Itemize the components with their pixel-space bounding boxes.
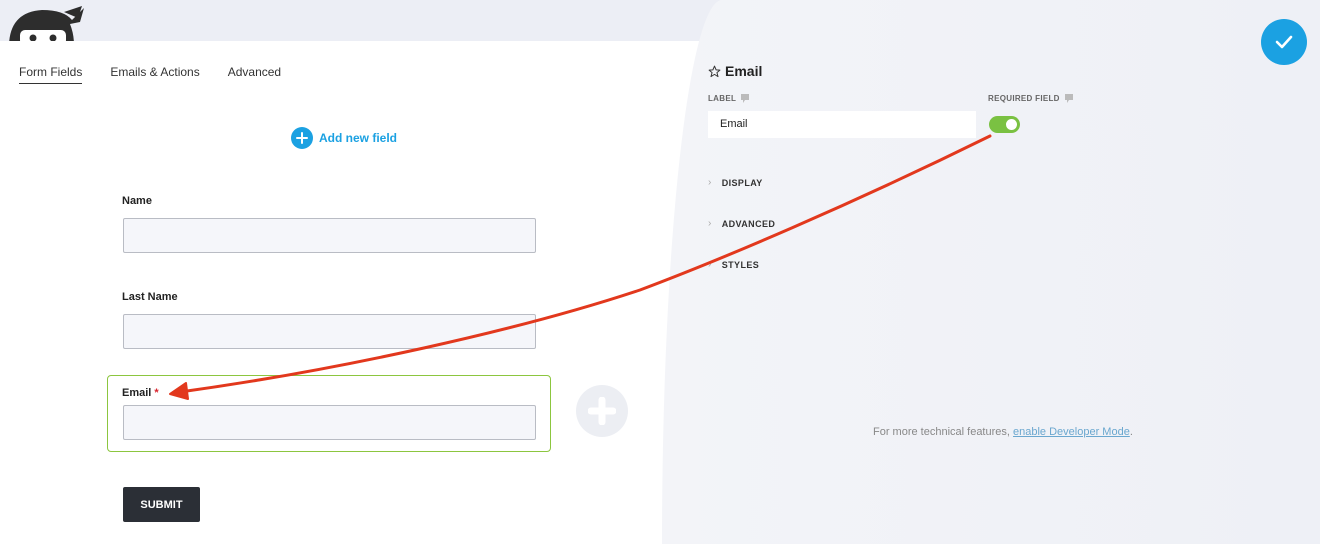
section-styles-label: STYLES [721, 259, 760, 270]
chevron-right-icon: › [708, 218, 712, 229]
last-name-label: Last Name [122, 291, 178, 303]
email-label: Email * [122, 387, 159, 399]
developer-mode-note: For more technical features, enable Deve… [873, 426, 1133, 438]
tab-advanced[interactable]: Advanced [228, 65, 281, 84]
toggle-knob [1006, 119, 1017, 130]
help-bubble-icon[interactable] [741, 94, 750, 103]
email-input[interactable] [123, 405, 536, 440]
name-input[interactable] [123, 218, 536, 253]
last-name-input[interactable] [123, 314, 536, 349]
add-new-field-label: Add new field [319, 131, 397, 145]
submit-button[interactable]: SUBMIT [123, 487, 200, 522]
section-styles[interactable]: › STYLES [708, 259, 759, 270]
drawer-title-text: Email [725, 63, 763, 79]
label-caption-text: LABEL [708, 94, 737, 103]
chevron-right-icon: › [708, 259, 712, 270]
enable-developer-mode-link[interactable]: enable Developer Mode [1013, 426, 1130, 438]
section-display[interactable]: › DISPLAY [708, 177, 763, 188]
developer-mode-note-text: For more technical features, [873, 426, 1014, 438]
required-field-toggle[interactable] [989, 116, 1020, 133]
label-caption: LABEL [708, 94, 750, 103]
star-outline-icon[interactable] [708, 65, 721, 78]
plus-icon [291, 127, 313, 149]
section-advanced[interactable]: › ADVANCED [708, 218, 775, 229]
email-label-text: Email [122, 387, 152, 399]
developer-mode-note-end: . [1129, 426, 1133, 438]
tab-form-fields[interactable]: Form Fields [19, 65, 83, 84]
add-field-plus-button[interactable] [576, 385, 628, 437]
section-advanced-label: ADVANCED [721, 218, 776, 229]
chevron-right-icon: › [708, 177, 712, 188]
checkmark-icon [1275, 35, 1293, 49]
add-new-field-button[interactable]: Add new field [291, 127, 397, 149]
required-asterisk: * [154, 387, 159, 399]
name-label: Name [122, 195, 152, 207]
help-bubble-icon[interactable] [1064, 94, 1073, 103]
builder-tabs: Form Fields Emails & Actions Advanced [19, 65, 281, 84]
required-field-caption: REQUIRED FIELD [988, 94, 1073, 103]
done-button[interactable] [1261, 19, 1307, 65]
tab-emails-actions[interactable]: Emails & Actions [110, 65, 199, 84]
ninja-logo [4, 0, 84, 41]
required-field-caption-text: REQUIRED FIELD [988, 94, 1060, 103]
drawer-title: Email [708, 63, 762, 79]
section-display-label: DISPLAY [721, 177, 763, 188]
label-input[interactable]: Email [708, 111, 976, 138]
plus-icon [588, 397, 616, 425]
field-settings-drawer [662, 0, 1320, 544]
